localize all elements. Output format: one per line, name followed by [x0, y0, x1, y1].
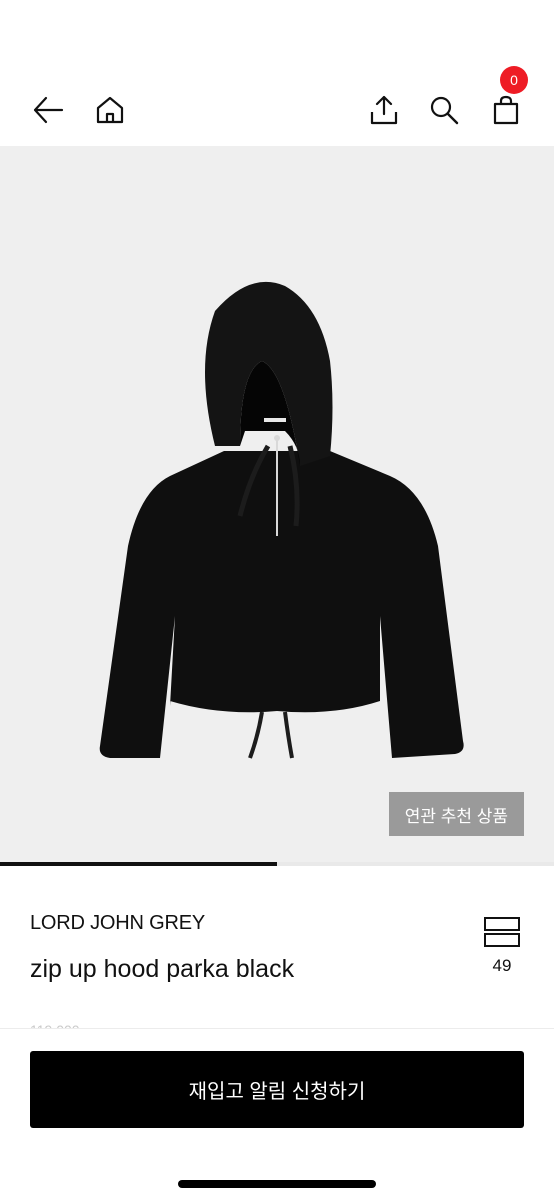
- product-name: zip up hood parka black: [30, 955, 295, 983]
- back-button[interactable]: [28, 90, 68, 130]
- search-button[interactable]: [424, 88, 464, 132]
- search-icon: [430, 96, 459, 125]
- shopping-bag-icon: [493, 95, 519, 125]
- gallery-progress-fill: [0, 862, 277, 866]
- brand-name[interactable]: LORD JOHN GREY: [30, 912, 205, 935]
- home-icon: [96, 96, 124, 124]
- cart-button[interactable]: 0: [486, 66, 528, 132]
- view-count-toggle[interactable]: 49: [478, 914, 526, 980]
- bottom-action-bar: 재입고 알림 신청하기: [0, 1028, 554, 1201]
- home-button[interactable]: [90, 90, 130, 130]
- product-image: [99, 281, 464, 759]
- list-view-icon: [484, 917, 520, 947]
- home-indicator[interactable]: [178, 1180, 376, 1188]
- share-icon: [370, 95, 398, 125]
- view-count: 49: [492, 956, 512, 975]
- top-nav: 0: [0, 0, 554, 146]
- gallery-progress-bar: [0, 862, 554, 866]
- related-products-button[interactable]: 연관 추천 상품: [388, 792, 524, 836]
- share-button[interactable]: [364, 88, 404, 132]
- back-arrow-icon: [33, 96, 64, 124]
- product-image-gallery[interactable]: 연관 추천 상품: [0, 146, 554, 862]
- cart-count-badge: 0: [500, 66, 528, 94]
- restock-alert-button[interactable]: 재입고 알림 신청하기: [30, 1051, 524, 1128]
